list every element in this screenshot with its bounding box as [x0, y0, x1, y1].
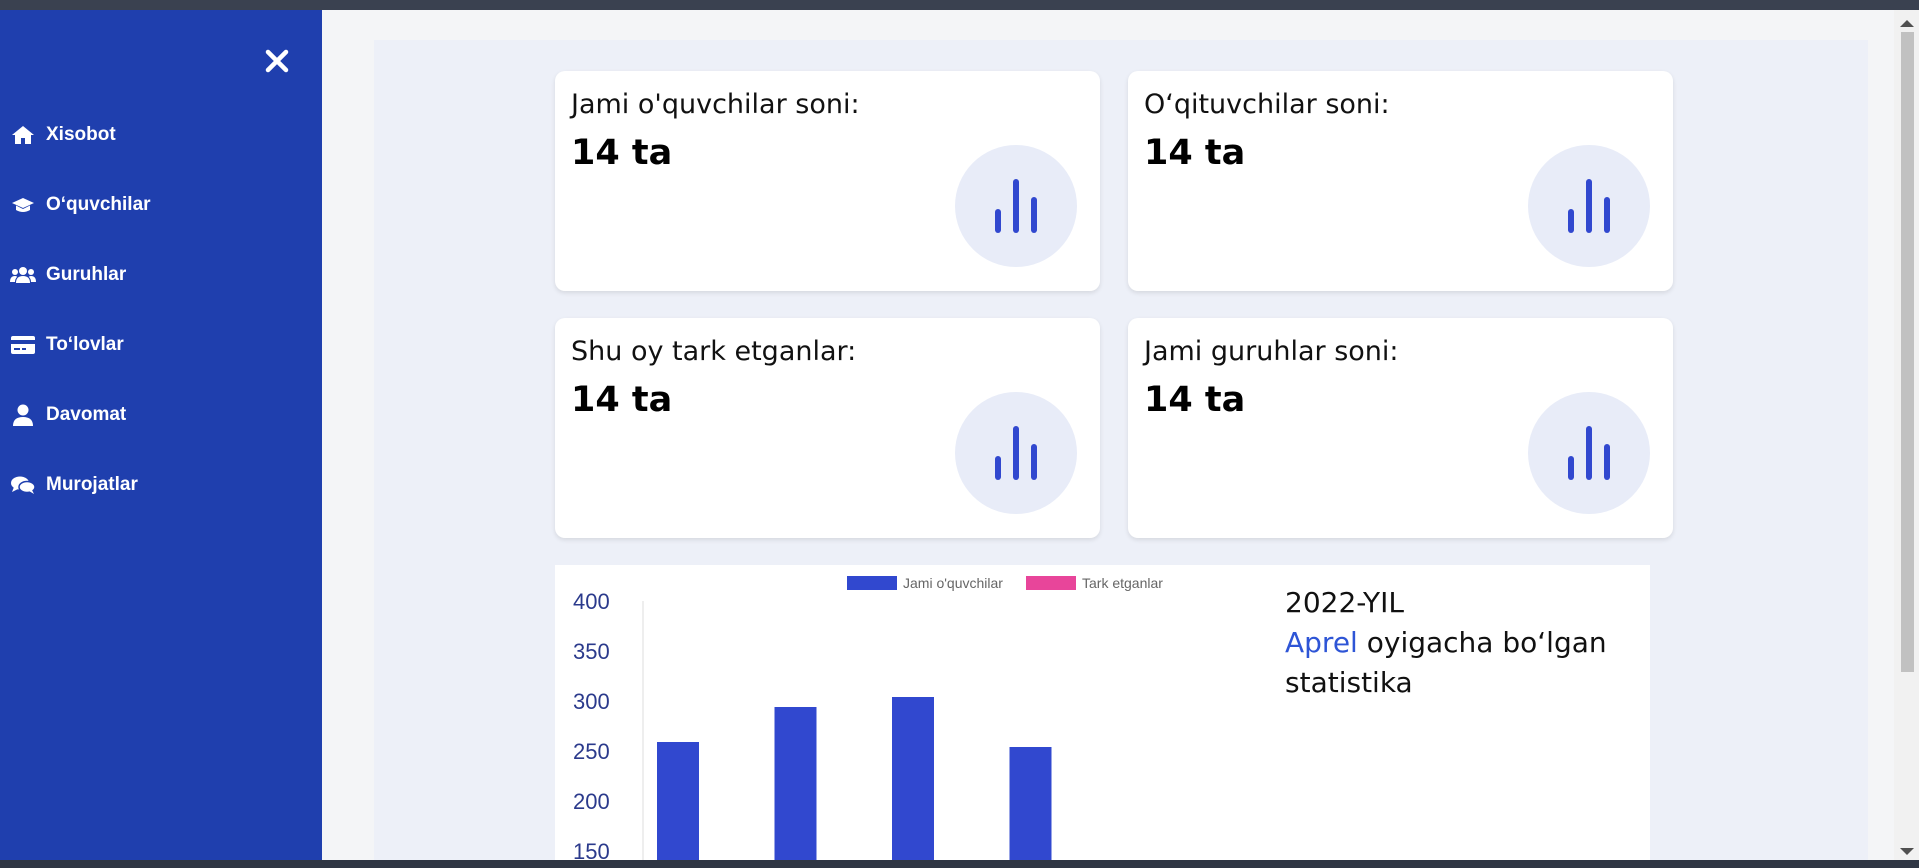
chart-icon [1528, 145, 1650, 267]
legend-label: Tark etganlar [1082, 575, 1163, 591]
chart-icon [1528, 392, 1650, 514]
legend-swatch [847, 576, 897, 590]
y-tick-label: 250 [573, 739, 610, 764]
card-value: 14 ta [571, 133, 673, 173]
sidebar: Xisobot O‘quvchilar Guruhlar To‘lovlar D… [0, 10, 322, 860]
bar[interactable] [657, 742, 699, 865]
card-title: O‘qituvchilar soni: [1144, 89, 1390, 120]
users-icon [10, 264, 36, 286]
bar[interactable] [1009, 747, 1052, 865]
legend-item-left[interactable]: Tark etganlar [1026, 575, 1163, 591]
stat-period: Aprel oyigacha bo‘lgan statistika [1285, 623, 1625, 703]
bar[interactable] [774, 707, 817, 865]
vertical-scrollbar[interactable] [1894, 10, 1919, 860]
stat-card-teachers: O‘qituvchilar soni: 14 ta [1128, 71, 1673, 291]
browser-top-bar [0, 0, 1919, 10]
close-sidebar-button[interactable] [258, 42, 296, 80]
card-title: Jami o'quvchilar soni: [571, 89, 860, 120]
card-title: Jami guruhlar soni: [1144, 336, 1399, 367]
legend-label: Jami o'quvchilar [903, 575, 1003, 591]
stat-card-left-this-month: Shu oy tark etganlar: 14 ta [555, 318, 1100, 538]
chart-icon [955, 145, 1077, 267]
statistics-chart-card: 400 350 300 250 200 150 Jami o'quvchilar Tark… [555, 565, 1650, 865]
card-value: 14 ta [1144, 133, 1246, 173]
legend-swatch [1026, 576, 1076, 590]
sidebar-item-xisobot[interactable]: Xisobot [0, 100, 322, 170]
sidebar-item-guruhlar[interactable]: Guruhlar [0, 240, 322, 310]
stat-card-students: Jami o'quvchilar soni: 14 ta [555, 71, 1100, 291]
sidebar-item-tolovlar[interactable]: To‘lovlar [0, 310, 322, 380]
scroll-down-arrow[interactable] [1900, 848, 1914, 855]
scroll-up-arrow[interactable] [1900, 20, 1914, 27]
y-tick-label: 200 [573, 789, 610, 814]
stat-year: 2022-YIL [1285, 586, 1404, 619]
legend-item-students[interactable]: Jami o'quvchilar [847, 575, 1003, 591]
sidebar-item-label: Xisobot [46, 124, 116, 145]
y-tick-label: 350 [573, 639, 610, 664]
sidebar-item-label: Murojatlar [46, 474, 138, 495]
card-value: 14 ta [1144, 380, 1246, 420]
stat-month: Aprel [1285, 626, 1358, 659]
bar-chart: 400350300250200150 [573, 589, 1052, 865]
bar[interactable] [892, 697, 934, 865]
sidebar-item-label: Guruhlar [46, 264, 127, 285]
sidebar-item-davomat[interactable]: Davomat [0, 380, 322, 450]
card-title: Shu oy tark etganlar: [571, 336, 857, 367]
credit-card-icon [10, 334, 36, 356]
close-icon [265, 49, 289, 73]
comments-icon [10, 474, 36, 496]
user-icon [10, 404, 36, 426]
sidebar-item-label: O‘quvchilar [46, 194, 151, 215]
sidebar-item-murojatlar[interactable]: Murojatlar [0, 450, 322, 520]
card-value: 14 ta [571, 380, 673, 420]
sidebar-item-label: Davomat [46, 404, 127, 425]
home-icon [10, 124, 36, 146]
y-tick-label: 300 [573, 689, 610, 714]
chart-icon [955, 392, 1077, 514]
stat-card-groups: Jami guruhlar soni: 14 ta [1128, 318, 1673, 538]
sidebar-nav: Xisobot O‘quvchilar Guruhlar To‘lovlar D… [0, 100, 322, 520]
scroll-thumb[interactable] [1901, 32, 1914, 672]
taskbar-edge [0, 860, 1919, 868]
graduation-cap-icon [10, 194, 36, 216]
y-tick-label: 400 [573, 589, 610, 614]
sidebar-item-label: To‘lovlar [46, 334, 124, 355]
sidebar-item-oquvchilar[interactable]: O‘quvchilar [0, 170, 322, 240]
statistics-caption: 2022-YIL Aprel oyigacha bo‘lgan statisti… [1285, 583, 1625, 703]
